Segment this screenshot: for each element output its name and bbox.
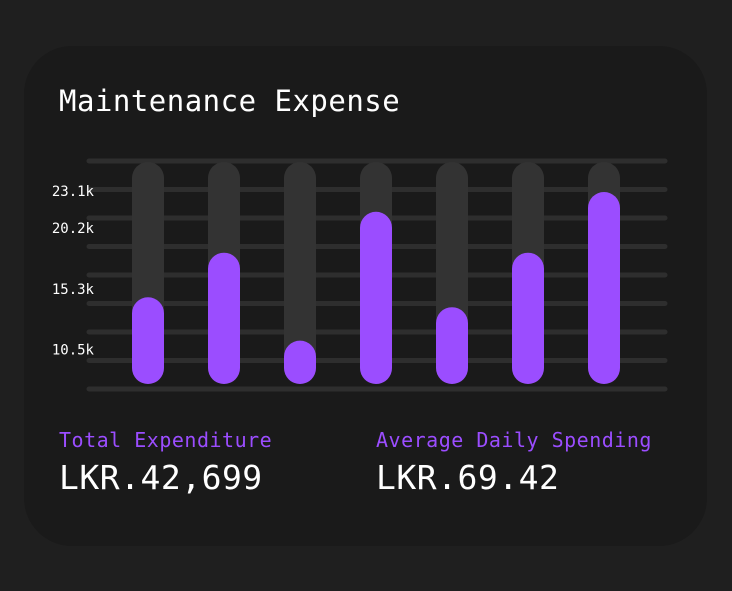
total-expenditure-value: LKR.42,699 <box>59 458 263 497</box>
total-expenditure-label: Total Expenditure <box>59 428 273 452</box>
bar[interactable] <box>436 307 468 384</box>
bar[interactable] <box>132 297 164 384</box>
average-daily-spending-label: Average Daily Spending <box>376 428 652 452</box>
bar[interactable] <box>360 211 392 384</box>
y-tick-label: 10.5k <box>52 343 95 359</box>
bar[interactable] <box>512 252 544 384</box>
bar[interactable] <box>284 340 316 384</box>
bar-chart: 23.1k 20.2k 15.3k 10.5k <box>52 158 668 392</box>
average-daily-spending-value: LKR.69.42 <box>376 458 560 497</box>
y-tick-label: 20.2k <box>52 221 95 237</box>
y-tick-label: 23.1k <box>52 184 95 200</box>
y-tick-label: 15.3k <box>52 282 95 298</box>
bar[interactable] <box>208 252 240 384</box>
bar[interactable] <box>588 191 620 384</box>
